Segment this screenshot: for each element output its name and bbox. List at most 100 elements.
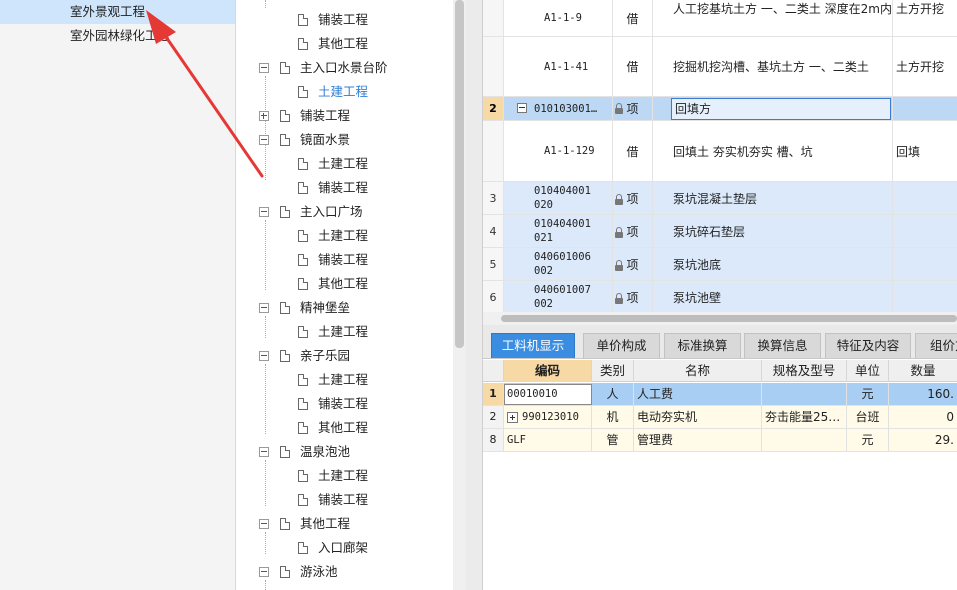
scrollbar-thumb[interactable] xyxy=(501,315,957,322)
collapse-toggle[interactable] xyxy=(259,519,269,529)
code-cell[interactable]: GLF xyxy=(504,429,592,451)
table-row-selected[interactable]: 2 010103001… 项 回填方 xyxy=(483,97,957,121)
item-feature[interactable]: 土方开挖 xyxy=(893,0,957,36)
project-item-outdoor-landscape[interactable]: 室外景观工程 xyxy=(0,0,235,24)
col-unit[interactable]: 单位 xyxy=(847,360,889,382)
item-name[interactable]: 泵坑碎石垫层 xyxy=(653,215,893,247)
name-cell[interactable]: 人工费 xyxy=(634,383,762,405)
collapse-toggle[interactable] xyxy=(259,63,269,73)
item-type[interactable]: 借 xyxy=(613,0,653,36)
unit-cell[interactable]: 元 xyxy=(847,383,889,405)
col-quantity[interactable]: 数量 xyxy=(889,360,957,382)
unit-cell[interactable]: 台班 xyxy=(847,406,889,428)
tree-connector xyxy=(265,316,266,338)
collapse-toggle[interactable] xyxy=(259,135,269,145)
scrollbar-thumb[interactable] xyxy=(455,0,464,348)
spec-cell[interactable] xyxy=(762,383,847,405)
quantity-cell[interactable]: 0 xyxy=(889,406,957,428)
tree-connector xyxy=(265,76,266,180)
col-name[interactable]: 名称 xyxy=(634,360,762,382)
expand-toggle[interactable] xyxy=(259,111,269,121)
item-feature[interactable]: 土方开挖 xyxy=(893,37,957,96)
item-code[interactable]: 010103001… xyxy=(504,97,613,120)
table-row[interactable]: 8 GLF 管 管理费 元 29. xyxy=(483,429,957,452)
item-type[interactable]: 项 xyxy=(613,97,653,120)
document-icon xyxy=(280,566,290,578)
item-type[interactable]: 项 xyxy=(613,248,653,280)
category-cell[interactable]: 机 xyxy=(592,406,634,428)
table-row[interactable]: 6 040601007002 项 泵坑池壁 xyxy=(483,281,957,312)
item-feature[interactable] xyxy=(893,248,957,280)
spec-cell[interactable]: 夯击能量25… xyxy=(762,406,847,428)
tab-conversion-info[interactable]: 换算信息 xyxy=(744,333,821,358)
expand-row-icon[interactable] xyxy=(507,411,518,423)
category-cell[interactable]: 人 xyxy=(592,383,634,405)
item-name[interactable]: 回填土 夯实机夯实 槽、坑 xyxy=(653,121,893,181)
item-feature[interactable] xyxy=(893,281,957,312)
quantity-cell[interactable]: 29. xyxy=(889,429,957,451)
grid-horizontal-scrollbar[interactable] xyxy=(483,312,957,325)
item-feature[interactable]: 回填 xyxy=(893,121,957,181)
table-row[interactable]: A1-1-129 借 回填土 夯实机夯实 槽、坑 回填 xyxy=(483,121,957,182)
code-cell[interactable]: 990123010 xyxy=(504,406,592,428)
item-name[interactable]: 泵坑池底 xyxy=(653,248,893,280)
tab-unit-price[interactable]: 单价构成 xyxy=(583,333,660,358)
category-cell[interactable]: 管 xyxy=(592,429,634,451)
item-code[interactable]: 040601007002 xyxy=(504,281,613,312)
name-cell[interactable]: 电动夯实机 xyxy=(634,406,762,428)
table-row-selected[interactable]: 1 00010010 人 人工费 元 160. xyxy=(483,383,957,406)
item-code[interactable]: 010404001020 xyxy=(504,182,613,214)
tree-connector xyxy=(265,580,266,590)
item-code[interactable]: A1-1-41 xyxy=(504,37,613,96)
unit-cell[interactable]: 元 xyxy=(847,429,889,451)
item-type[interactable]: 项 xyxy=(613,215,653,247)
table-row[interactable]: A1-1-41 借 挖掘机挖沟槽、基坑土方 一、二类土 土方开挖 xyxy=(483,37,957,97)
table-row[interactable]: A1-1-9 借 人工挖基坑土方 一、二类土 深度在2m内 土方开挖 xyxy=(483,0,957,37)
row-number: 8 xyxy=(483,429,504,451)
document-icon xyxy=(298,278,308,290)
item-feature[interactable] xyxy=(893,97,957,120)
pane-splitter[interactable] xyxy=(466,0,483,590)
collapse-toggle[interactable] xyxy=(259,207,269,217)
item-name[interactable]: 人工挖基坑土方 一、二类土 深度在2m内 xyxy=(653,0,893,36)
spec-cell[interactable] xyxy=(762,429,847,451)
item-name[interactable]: 泵坑池壁 xyxy=(653,281,893,312)
item-feature[interactable] xyxy=(893,182,957,214)
item-type[interactable]: 借 xyxy=(613,37,653,96)
item-code[interactable]: 040601006002 xyxy=(504,248,613,280)
tree-scrollbar[interactable] xyxy=(453,0,466,590)
tab-features[interactable]: 特征及内容 xyxy=(825,333,911,358)
collapse-toggle[interactable] xyxy=(259,351,269,361)
collapse-toggle[interactable] xyxy=(259,303,269,313)
item-type[interactable]: 项 xyxy=(613,182,653,214)
item-code[interactable]: 010404001021 xyxy=(504,215,613,247)
row-number: 1 xyxy=(483,383,504,405)
collapse-toggle[interactable] xyxy=(259,447,269,457)
item-code[interactable]: A1-1-129 xyxy=(504,121,613,181)
tab-pricing[interactable]: 组价方 xyxy=(915,333,957,358)
quantity-cell[interactable]: 160. xyxy=(889,383,957,405)
code-editor[interactable]: 00010010 xyxy=(504,384,592,405)
table-row[interactable]: 5 040601006002 项 泵坑池底 xyxy=(483,248,957,281)
table-row[interactable]: 3 010404001020 项 泵坑混凝土垫层 xyxy=(483,182,957,215)
item-feature[interactable] xyxy=(893,215,957,247)
col-category[interactable]: 类别 xyxy=(592,360,634,382)
tab-standard-conversion[interactable]: 标准换算 xyxy=(664,333,741,358)
item-type[interactable]: 借 xyxy=(613,121,653,181)
item-name[interactable]: 挖掘机挖沟槽、基坑土方 一、二类土 xyxy=(653,37,893,96)
col-code[interactable]: 编码 xyxy=(504,360,592,382)
item-name[interactable]: 泵坑混凝土垫层 xyxy=(653,182,893,214)
table-row[interactable]: 4 010404001021 项 泵坑碎石垫层 xyxy=(483,215,957,248)
document-icon xyxy=(298,182,308,194)
header-corner xyxy=(483,360,504,382)
item-code[interactable]: A1-1-9 xyxy=(504,0,613,36)
project-item-outdoor-greening[interactable]: 室外园林绿化工程 xyxy=(0,24,235,48)
document-icon xyxy=(280,134,290,146)
table-row[interactable]: 2 990123010 机 电动夯实机 夯击能量25… 台班 0 xyxy=(483,406,957,429)
col-spec[interactable]: 规格及型号 xyxy=(762,360,847,382)
name-cell[interactable]: 管理费 xyxy=(634,429,762,451)
item-name-editor[interactable]: 回填方 xyxy=(671,98,891,120)
item-type[interactable]: 项 xyxy=(613,281,653,312)
collapse-toggle[interactable] xyxy=(259,567,269,577)
tab-materials[interactable]: 工料机显示 xyxy=(491,333,575,358)
